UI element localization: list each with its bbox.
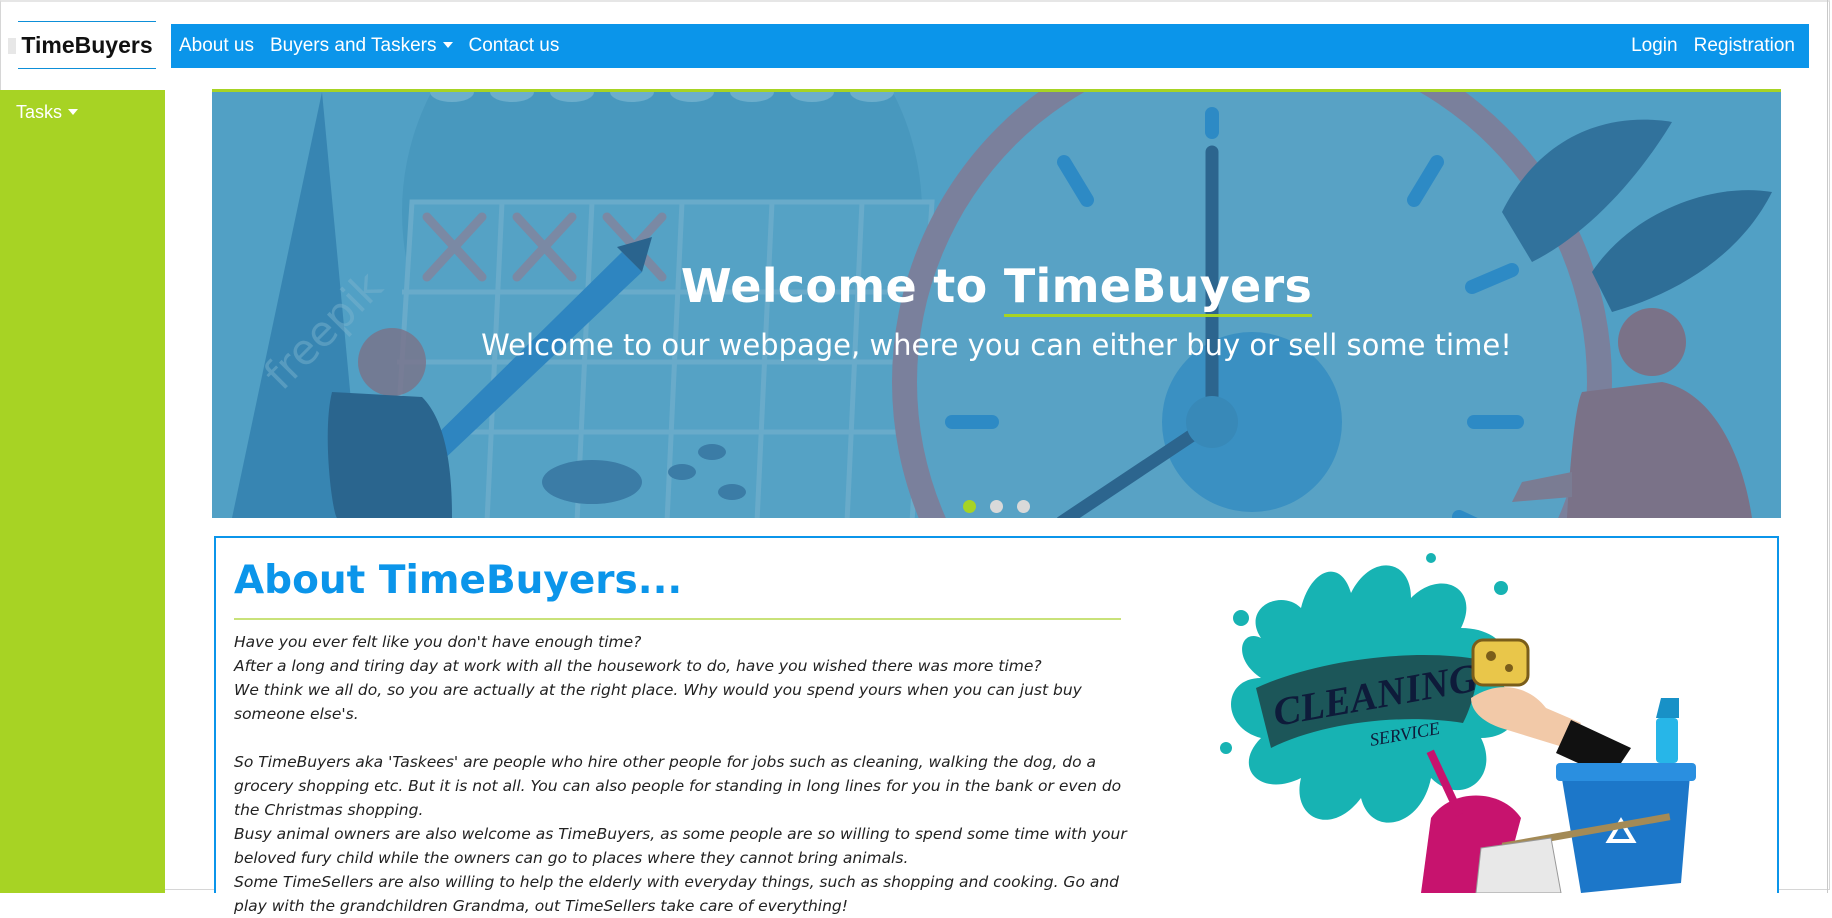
- sidebar-tasks-label: Tasks: [16, 102, 63, 122]
- top-navigation: About us Buyers and Taskers Contact us L…: [171, 24, 1809, 68]
- cleaning-service-illustration: CLEANING SERVICE: [1220, 553, 1696, 893]
- hero-subtitle: Welcome to our webpage, where you can ei…: [481, 328, 1512, 362]
- hero-title: Welcome to TimeBuyers: [212, 259, 1781, 317]
- nav-registration[interactable]: Registration: [1686, 35, 1803, 57]
- about-divider: [234, 618, 1121, 620]
- sidebar-tasks-dropdown[interactable]: Tasks: [16, 102, 79, 123]
- hero-carousel: freepik Welcome to TimeBuyers Welcome to…: [212, 89, 1781, 518]
- caret-down-icon: [442, 42, 453, 48]
- brand-logo[interactable]: TimeBuyers: [18, 21, 156, 69]
- caret-down-icon: [68, 109, 79, 115]
- nav-buyers-and-taskers-dropdown[interactable]: Buyers and Taskers: [262, 35, 461, 57]
- nav-about-us[interactable]: About us: [171, 35, 262, 57]
- nav-login[interactable]: Login: [1623, 35, 1686, 57]
- nav-buyers-and-taskers-label: Buyers and Taskers: [270, 35, 437, 56]
- brand-decoration: [8, 38, 16, 54]
- carousel-indicator-1[interactable]: [963, 500, 976, 513]
- hero-title-brand: TimeBuyers: [1003, 259, 1313, 317]
- about-text: Have you ever felt like you don't have e…: [234, 630, 1134, 918]
- about-line: After a long and tiring day at work with…: [234, 657, 1042, 675]
- about-paragraph: Some TimeSellers are also willing to hel…: [234, 873, 1120, 915]
- carousel-indicators: [212, 500, 1781, 513]
- carousel-indicator-2[interactable]: [990, 500, 1003, 513]
- about-line: We think we all do, so you are actually …: [234, 681, 1082, 723]
- brand-name: TimeBuyers: [21, 31, 153, 58]
- about-line: Have you ever felt like you don't have e…: [234, 633, 642, 651]
- nav-contact-us[interactable]: Contact us: [461, 35, 568, 57]
- sidebar: Tasks: [0, 90, 165, 893]
- about-paragraph: Busy animal owners are also welcome as T…: [234, 825, 1127, 867]
- about-paragraph: So TimeBuyers aka 'Taskees' are people w…: [234, 753, 1122, 819]
- carousel-indicator-3[interactable]: [1017, 500, 1030, 513]
- about-title: About TimeBuyers...: [234, 558, 683, 603]
- hero-title-prefix: Welcome to: [680, 259, 1004, 313]
- page-right-border: [1827, 0, 1828, 893]
- about-section: About TimeBuyers... Have you ever felt l…: [214, 536, 1779, 915]
